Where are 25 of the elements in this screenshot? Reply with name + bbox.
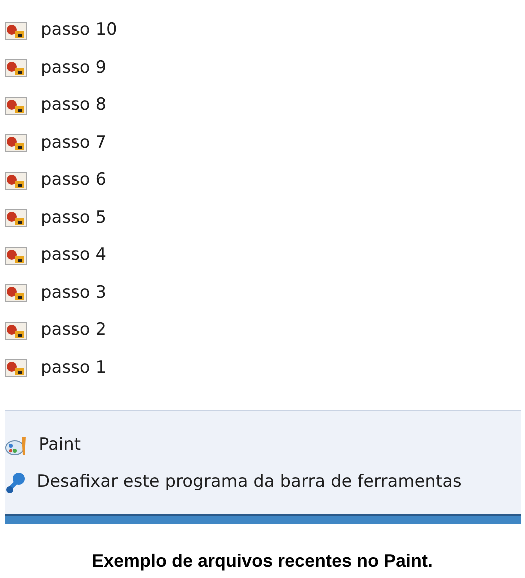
image-file-icon bbox=[5, 359, 27, 378]
palette-icon bbox=[5, 435, 29, 457]
image-file-icon bbox=[5, 172, 27, 190]
recent-file-item[interactable]: passo 5 bbox=[41, 206, 107, 231]
recent-file-item[interactable]: passo 1 bbox=[41, 356, 107, 381]
recent-file-item[interactable]: passo 4 bbox=[41, 243, 107, 268]
recent-file-item[interactable]: passo 10 bbox=[41, 18, 118, 44]
image-file-icon bbox=[5, 209, 27, 228]
recent-file-item[interactable]: passo 7 bbox=[41, 130, 107, 156]
pin-icon bbox=[5, 472, 27, 494]
recent-file-item[interactable]: passo 3 bbox=[41, 280, 107, 306]
caption: Exemplo de arquivos recentes no Paint. bbox=[90, 550, 434, 573]
recent-file-item[interactable]: passo 8 bbox=[41, 93, 107, 118]
recent-file-item[interactable]: passo 2 bbox=[41, 318, 107, 344]
recent-file-item[interactable]: passo 9 bbox=[41, 56, 107, 81]
image-file-icon bbox=[5, 246, 27, 265]
image-file-icon bbox=[5, 96, 27, 115]
image-file-icon bbox=[5, 284, 27, 302]
image-file-icon bbox=[5, 322, 27, 340]
image-file-icon bbox=[5, 22, 27, 40]
app-launch-item[interactable]: Paint bbox=[39, 433, 82, 459]
recent-file-item[interactable]: passo 6 bbox=[41, 168, 107, 194]
image-file-icon bbox=[5, 134, 27, 152]
image-file-icon bbox=[5, 59, 27, 78]
unpin-item[interactable]: Desafixar este programa da barra de ferramentas bbox=[37, 470, 462, 496]
